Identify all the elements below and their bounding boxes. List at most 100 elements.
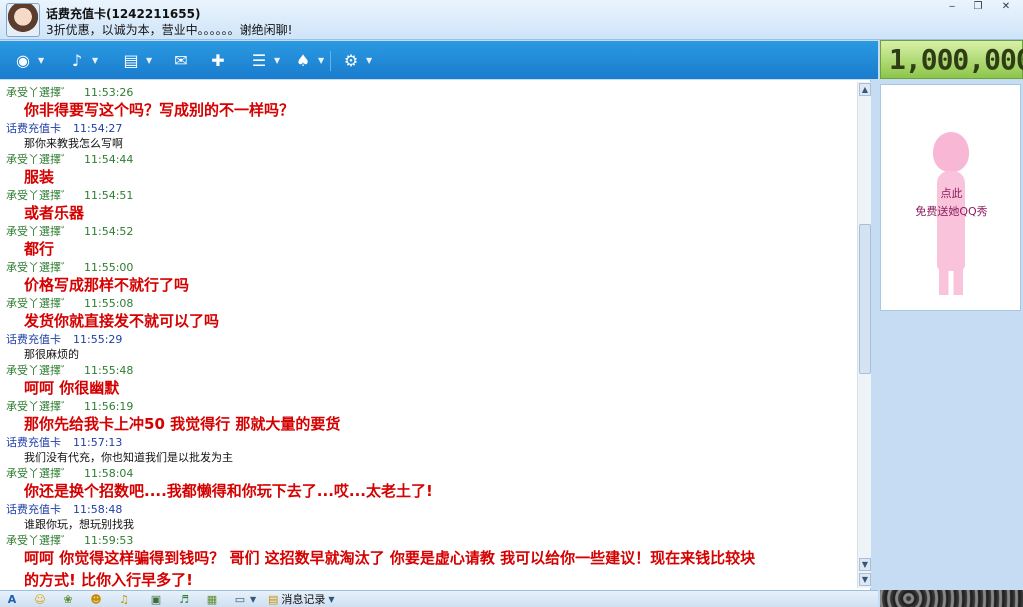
contact-name: 话费充值卡(1242211655) [46,7,201,21]
chevron-down-icon[interactable]: ▼ [38,56,48,65]
games-button[interactable]: ♠ ▼ [290,47,328,73]
message-time: 11:55:00 [84,261,134,274]
message-sender[interactable]: 承受丫選擇゛ [6,364,72,377]
chevron-down-icon: ▼ [328,595,335,604]
message-header: 承受丫選擇゛ 11:55:00 [6,259,133,275]
message-text: 那你来教我怎么写啊 [24,137,123,150]
message-time: 11:54:52 [84,225,134,238]
avatar-figure-legs [939,265,963,295]
contact-avatar[interactable] [6,3,40,37]
message-sender[interactable]: 承受丫選擇゛ [6,297,72,310]
message-time: 11:54:27 [73,122,123,135]
message-text: 你还是换个招数吧....我都懒得和你玩下去了...哎...太老土了! [24,482,433,500]
message-sender[interactable]: 话费充值卡 [6,333,61,346]
scroll-end-button[interactable]: ▼ [859,573,871,586]
voice-message-icon[interactable]: ♫ [116,592,132,607]
microphone-icon: ♪ [71,50,83,70]
message-sender[interactable]: 承受丫選擇゛ [6,189,72,202]
message-text: 那你先给我卡上冲50 我觉得行 那就大量的要货 [24,415,341,433]
message-text: 发货你就直接发不就可以了吗 [24,312,220,330]
settings-button[interactable]: ⚙ ▼ [338,47,376,73]
message-header: 承受丫選擇゛ 11:55:48 [6,362,133,378]
screen-capture-icon[interactable]: ▭ [232,592,248,607]
chevron-down-icon[interactable]: ▼ [318,56,328,65]
voice-call-button[interactable]: ♪ ▼ [64,47,102,73]
message-sender[interactable]: 承受丫選擇゛ [6,467,72,480]
video-call-button[interactable]: ◉ ▼ [10,47,48,73]
mail-button[interactable]: ✉ [168,47,194,73]
message-text: 我们没有代充，你也知道我们是以批发为主 [24,451,233,464]
send-file-icon: ▤ [123,50,139,70]
qq-show-pane: 点此 免费送她QQ秀 [878,80,1023,590]
apps-button[interactable]: ☰ ▼ [246,47,284,73]
message-text: 的方式! 比你入行早多了! [24,571,193,589]
message-text: 服装 [24,168,55,186]
close-button[interactable]: ✕ [994,1,1018,15]
qq-show-prompt[interactable]: 点此 [881,185,1022,201]
chat-history[interactable]: 承受丫選擇゛ 11:53:26 你非得要写这个吗？写成别的不一样吗？ 话费充值卡 11:… [0,80,871,590]
scroll-down-button[interactable]: ▼ [859,558,871,571]
message-text: 那很麻烦的 [24,348,79,361]
scroll-up-button[interactable]: ▲ [859,83,871,96]
contact-signature: 3折优惠，以诚为本，营业中。。。。。。谢绝闲聊! [46,23,293,37]
create-group-icon: ✚ [211,50,225,70]
send-file-button[interactable]: ▤ ▼ [118,47,156,73]
message-header: 话费充值卡 11:58:48 [6,501,122,517]
chevron-down-icon[interactable]: ▼ [274,56,284,65]
chevron-down-icon[interactable]: ▼ [366,56,376,65]
create-group-button[interactable]: ✚ [205,47,231,73]
message-sender[interactable]: 承受丫選擇゛ [6,225,72,238]
message-time: 11:58:04 [84,467,134,480]
message-sender[interactable]: 话费充值卡 [6,122,61,135]
message-time: 11:56:19 [84,400,134,413]
message-sender[interactable]: 承受丫選擇゛ [6,261,72,274]
message-header: 承受丫選擇゛ 11:58:04 [6,465,133,481]
games-icon: ♠ [295,50,311,70]
message-header: 承受丫選擇゛ 11:56:19 [6,398,133,414]
message-time: 11:55:29 [73,333,123,346]
message-header: 承受丫選擇゛ 11:59:53 [6,532,133,548]
message-sender[interactable]: 话费充值卡 [6,436,61,449]
message-history-label: 消息记录 [281,593,326,606]
image-icon[interactable]: ▦ [204,592,220,607]
chevron-down-icon[interactable]: ▼ [146,56,156,65]
chat-toolbar: ◉ ▼ ♪ ▼ ▤ ▼ ✉ ✚ ☰ ▼ ♠ ▼ ⚙ ▼ [0,41,878,79]
message-header: 承受丫選擇゛ 11:54:52 [6,223,133,239]
history-icon: ▤ [268,593,279,606]
scroll-thumb[interactable] [859,224,871,374]
screenshot-icon[interactable]: ▣ [148,592,164,607]
message-time: 11:54:51 [84,189,134,202]
music-icon[interactable]: ♬ [176,592,192,607]
font-icon[interactable]: A [4,592,20,607]
message-text: 呵呵 你很幽默 [24,379,120,397]
chevron-down-icon[interactable]: ▼ [250,592,256,607]
chat-scrollbar[interactable]: ▲ ▼ ▼ [857,82,871,588]
decorative-pattern [880,590,1023,607]
message-sender[interactable]: 承受丫選擇゛ [6,153,72,166]
minimize-button[interactable]: ‒ [940,1,964,15]
message-time: 11:53:26 [84,86,134,99]
message-sender[interactable]: 承受丫選擇゛ [6,534,72,547]
message-history-button[interactable]: ▤ 消息记录 ▼ [268,592,335,607]
qq-show-card[interactable]: 点此 免费送她QQ秀 [880,84,1021,311]
qq-show-gift-link[interactable]: 免费送她QQ秀 [881,203,1022,219]
message-text: 或者乐器 [24,204,85,222]
message-text: 都行 [24,240,55,258]
message-sender[interactable]: 承受丫選擇゛ [6,400,72,413]
shake-window-icon[interactable]: ☻ [88,592,104,607]
input-toolbar: A ☺ ❀ ☻ ♫ ▣ ♬ ▦ ▭ ▼ ▤ 消息记录 ▼ [0,590,878,607]
maximize-button[interactable]: ❐ [966,1,990,15]
message-text: 价格写成那样不就行了吗 [24,276,190,294]
magic-emoji-icon[interactable]: ❀ [60,592,76,607]
emoji-icon[interactable]: ☺ [32,592,48,607]
message-time: 11:57:13 [73,436,123,449]
qq-show-counter-banner[interactable]: 1,000,000 [880,40,1023,79]
message-time: 11:55:08 [84,297,134,310]
settings-icon: ⚙ [343,50,359,70]
message-sender[interactable]: 承受丫選擇゛ [6,86,72,99]
message-sender[interactable]: 话费充值卡 [6,503,61,516]
message-time: 11:59:53 [84,534,134,547]
avatar-figure-head [933,132,969,172]
message-time: 11:58:48 [73,503,123,516]
chevron-down-icon[interactable]: ▼ [92,56,102,65]
